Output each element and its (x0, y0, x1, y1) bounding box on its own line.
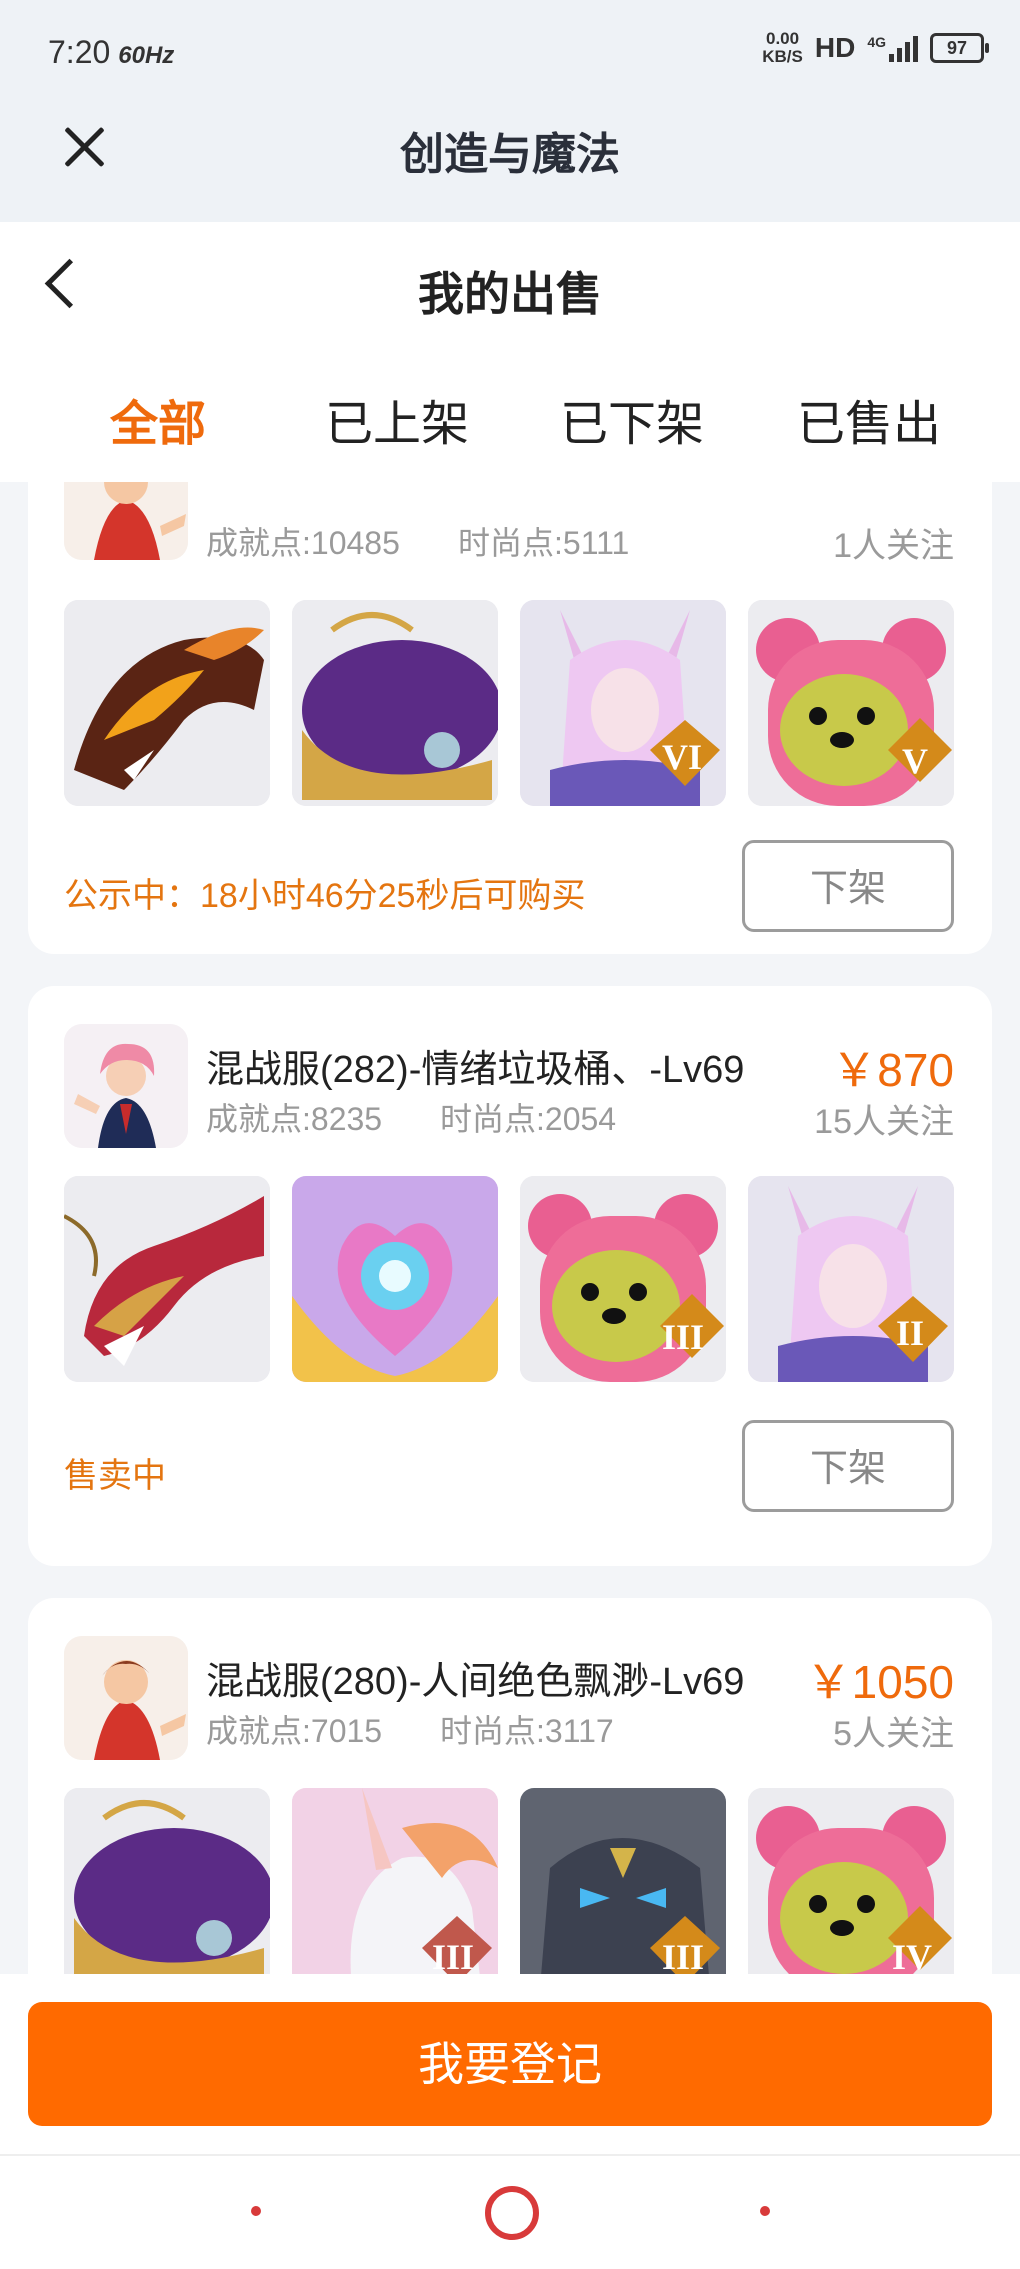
item-thumb-pink-bear[interactable]: III (520, 1176, 726, 1382)
tier-badge: III (431, 1937, 474, 1974)
listing-title: 混战服(282)-情绪垃圾桶、-Lv69 (206, 1049, 745, 1091)
item-thumb-pink-bear[interactable]: V (748, 600, 954, 806)
item-thumb-red-dragon[interactable] (64, 1176, 270, 1382)
signal-icon: 4G (867, 34, 918, 62)
character-avatar (64, 1024, 188, 1148)
delist-button[interactable]: 下架 (742, 840, 954, 932)
nav-menu-icon[interactable] (251, 2206, 261, 2216)
item-thumb-fire-dragon[interactable] (64, 600, 270, 806)
listing-card[interactable]: 混战服(280)-人间绝色飘渺-Lv69 ￥1050 成就点:7015 时尚点:… (28, 1598, 992, 1974)
follower-count: 5人关注 (833, 1715, 954, 1753)
battery-icon: 97 (930, 33, 989, 63)
status-text: 售卖中 (64, 1457, 166, 1495)
item-thumb-golden-whale[interactable] (292, 600, 498, 806)
refresh-rate: 60Hz (118, 42, 175, 69)
page-title: 我的出售 (418, 268, 602, 320)
tier-badge: III (661, 1317, 704, 1357)
tab-sold[interactable]: 已售出 (797, 384, 941, 454)
tab-delisted[interactable]: 已下架 (560, 384, 704, 454)
nav-home-icon[interactable] (485, 2186, 539, 2240)
tier-badge: IV (891, 1937, 932, 1974)
fashion-points: 时尚点:2054 (440, 1101, 617, 1137)
fashion-points: 时尚点:5111 (458, 525, 630, 561)
item-thumb-pink-bear[interactable]: IV (748, 1788, 954, 1974)
tier-badge: V (902, 741, 928, 781)
tier-badge: VI (661, 737, 702, 777)
hd-indicator: HD (814, 32, 856, 63)
listing-card[interactable]: 混战服(282)-情绪垃圾桶、-Lv69 ￥870 成就点:8235 时尚点:2… (28, 986, 992, 1566)
item-thumb-stone-golem[interactable]: III (520, 1788, 726, 1974)
achievement-points: 成就点:7015 (206, 1713, 383, 1749)
net-speed: 0.00 KB/S (762, 30, 803, 66)
delist-button[interactable]: 下架 (742, 1420, 954, 1512)
tab-all[interactable]: 全部 (110, 384, 206, 454)
listing-list[interactable]: 成就点:10485 时尚点:5111 1人关注 VI V 公示中：18小时46分… (0, 482, 1020, 1974)
net-speed-value: 0.00 (766, 29, 800, 48)
item-thumb-fox-spirit[interactable]: II (748, 1176, 954, 1382)
item-thumb-unicorn[interactable]: III (292, 1788, 498, 1974)
register-button[interactable]: 我要登记 (28, 2002, 992, 2126)
app-title: 创造与魔法 (400, 130, 620, 179)
network-type: 4G (867, 34, 886, 50)
tier-badge: II (895, 1313, 924, 1353)
status-time: 7:20 60Hz (48, 34, 174, 71)
listing-title: 混战服(280)-人间绝色飘渺-Lv69 (206, 1661, 745, 1703)
follower-count: 1人关注 (833, 527, 954, 565)
nav-back-icon[interactable] (760, 2206, 770, 2216)
status-indicators: 0.00 KB/S HD 4G 97 (762, 30, 989, 66)
character-avatar (64, 482, 188, 560)
item-thumb-heart-orb[interactable] (292, 1176, 498, 1382)
achievement-points: 成就点:10485 (206, 525, 400, 561)
item-thumb-golden-whale[interactable] (64, 1788, 270, 1974)
listing-price: ￥870 (831, 1044, 954, 1096)
tier-badge: III (661, 1937, 704, 1974)
achievement-points: 成就点:8235 (206, 1101, 383, 1137)
tab-listed[interactable]: 已上架 (325, 384, 469, 454)
item-thumb-fox-spirit[interactable]: VI (520, 600, 726, 806)
battery-level: 97 (946, 38, 968, 58)
clock-text: 7:20 (48, 34, 111, 70)
listing-card[interactable]: 成就点:10485 时尚点:5111 1人关注 VI V 公示中：18小时46分… (28, 482, 992, 954)
character-avatar (64, 1636, 188, 1760)
status-text: 公示中：18小时46分25秒后可购买 (64, 877, 586, 915)
listing-price: ￥1050 (805, 1656, 954, 1708)
follower-count: 15人关注 (814, 1103, 954, 1141)
net-speed-unit: KB/S (762, 47, 803, 66)
tab-bar: 全部 已上架 已下架 已售出 (0, 384, 1020, 454)
fashion-points: 时尚点:3117 (440, 1713, 614, 1749)
